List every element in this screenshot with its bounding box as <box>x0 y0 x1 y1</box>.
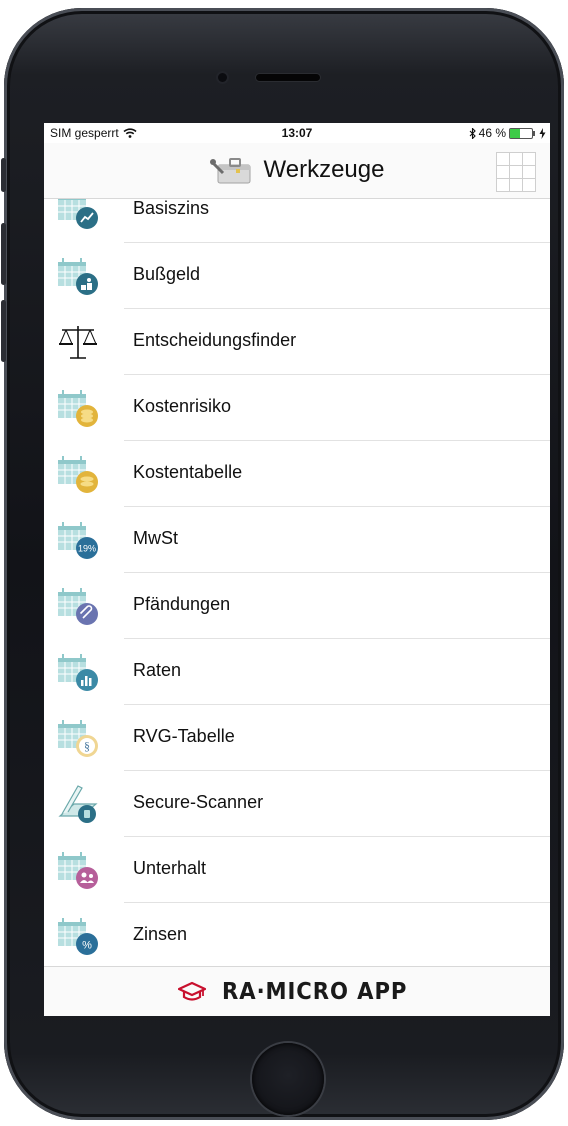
battery-percent: 46 % <box>478 126 506 140</box>
footer-brand-bar: RA·MICRO APP <box>44 966 550 1016</box>
grid-cell <box>510 179 522 191</box>
toolbox-icon <box>209 158 251 184</box>
scanner-icon <box>58 785 98 823</box>
calendar-clip-icon <box>58 588 98 625</box>
graduation-cap-icon <box>178 981 207 1001</box>
tool-item-kostentabelle[interactable]: Kostentabelle <box>44 441 550 507</box>
bluetooth-icon <box>469 127 476 139</box>
navigation-bar: Werkzeuge <box>44 143 550 199</box>
grid-cell <box>523 166 535 178</box>
badge-text: 19% <box>78 544 96 554</box>
page-title: Werkzeuge <box>263 156 385 183</box>
tool-item-rvg-tabelle[interactable]: § RVG-Tabelle <box>44 705 550 771</box>
earpiece-speaker <box>256 74 320 81</box>
calendar-coins-icon <box>58 456 98 493</box>
grid-cell <box>523 179 535 191</box>
grid-cell <box>510 166 522 178</box>
tool-item-unterhalt[interactable]: Unterhalt <box>44 837 550 903</box>
badge-text: § <box>84 739 90 753</box>
tool-label: Raten <box>133 660 182 680</box>
calendar-coins-icon <box>58 258 98 295</box>
home-button[interactable] <box>252 1043 324 1115</box>
badge-text: % <box>82 940 92 952</box>
volume-up-button <box>1 223 6 285</box>
status-bar: SIM gesperrt 13:07 46 % <box>44 123 550 143</box>
calendar-percent-icon: 19% <box>58 522 98 559</box>
tool-label: MwSt <box>133 528 178 548</box>
tool-label: Kostenrisiko <box>133 396 232 416</box>
screen: SIM gesperrt 13:07 46 % Werkzeuge Basisz… <box>44 123 550 1016</box>
tool-item-bussgeld[interactable]: Bußgeld <box>44 243 550 309</box>
tool-label: Entscheidungsfinder <box>133 330 297 350</box>
grid-cell <box>510 153 522 165</box>
calendar-people-icon <box>58 852 98 889</box>
battery-fill <box>510 128 521 138</box>
phone-frame: SIM gesperrt 13:07 46 % Werkzeuge Basisz… <box>1 8 564 1120</box>
mute-switch <box>1 158 6 192</box>
tool-label: RVG-Tabelle <box>133 726 235 746</box>
calendar-coins-icon <box>58 390 98 427</box>
tool-item-zinsen[interactable]: % Zinsen <box>44 903 550 966</box>
tool-item-pfaendungen[interactable]: Pfändungen <box>44 573 550 639</box>
tool-label: Kostentabelle <box>133 462 243 482</box>
calendar-bars-icon <box>58 654 98 691</box>
tool-label: Basiszins <box>133 199 210 218</box>
tool-item-basiszins[interactable]: Basiszins <box>44 199 550 243</box>
scales-icon <box>59 326 97 359</box>
tool-label: Pfändungen <box>133 594 231 614</box>
volume-down-button <box>1 300 6 362</box>
tool-item-secure-scanner[interactable]: Secure-Scanner <box>44 771 550 837</box>
charging-icon <box>539 127 546 139</box>
grid-cell <box>497 166 509 178</box>
grid-cell <box>497 153 509 165</box>
calendar-paragraph-icon: § <box>58 720 98 757</box>
tool-label: Zinsen <box>133 924 188 944</box>
tool-item-raten[interactable]: Raten <box>44 639 550 705</box>
tool-label: Unterhalt <box>133 858 207 878</box>
tool-label: Bußgeld <box>133 264 201 284</box>
grid-cell <box>523 153 535 165</box>
tool-item-kostenrisiko[interactable]: Kostenrisiko <box>44 375 550 441</box>
grid-view-button[interactable] <box>496 152 536 192</box>
calendar-percent-icon: % <box>58 918 98 955</box>
front-camera <box>218 73 227 82</box>
tool-item-entscheidungsfinder[interactable]: Entscheidungsfinder <box>44 309 550 375</box>
brand-name: RA·MICRO APP <box>222 979 408 1005</box>
nav-title-wrap: Werkzeuge <box>44 155 550 185</box>
tool-item-mwst[interactable]: 19% MwSt <box>44 507 550 573</box>
status-right: 46 % <box>469 126 546 140</box>
calendar-chart-icon <box>58 199 98 229</box>
tool-label: Secure-Scanner <box>133 792 264 812</box>
battery-icon <box>509 127 535 139</box>
grid-cell <box>497 179 509 191</box>
tools-list: Basiszins Bußgeld Entscheidungsfinder Ko… <box>44 199 550 966</box>
